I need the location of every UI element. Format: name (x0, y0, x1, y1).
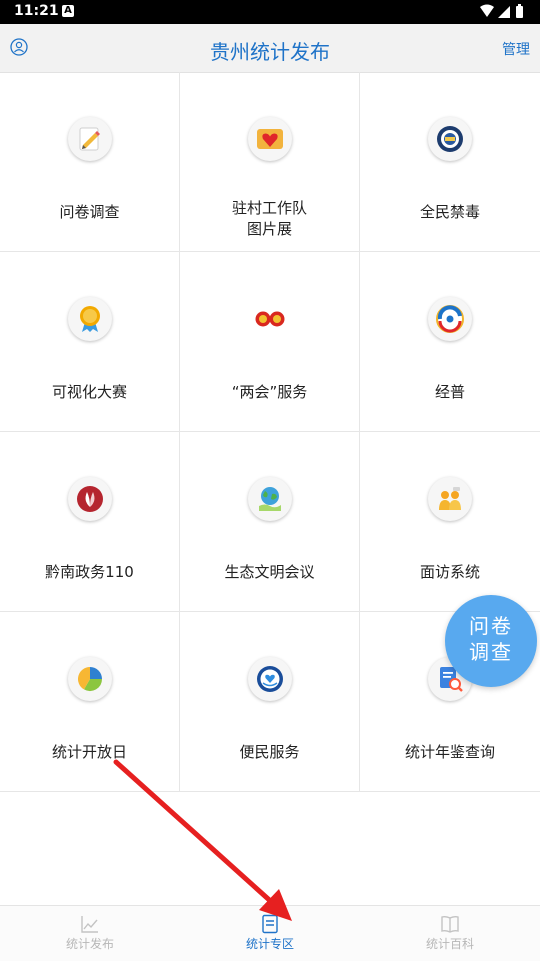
system-indicators-icon (480, 4, 523, 18)
tile-interview-system[interactable]: 面访系统 (360, 432, 540, 612)
tile-label: “两会”服务 (231, 383, 308, 401)
award-medal-icon (68, 297, 112, 341)
nav-label: 统计发布 (65, 937, 114, 951)
page-title: 贵州统计发布 (210, 40, 330, 64)
tile-statistics-open-day[interactable]: 统计开放日 (0, 612, 180, 792)
tile-village-team-gallery[interactable]: 驻村工作队 图片展 (180, 72, 360, 252)
tile-economic-census[interactable]: 经普 (360, 252, 540, 432)
heart-card-icon (248, 117, 292, 161)
fab-label-line1: 问卷 (469, 614, 513, 638)
nav-statistics-zone[interactable]: 统计专区 (180, 906, 360, 961)
tile-label: 经普 (434, 383, 465, 401)
fab-label: 问卷 调查 (445, 613, 537, 665)
battery-icon (516, 6, 523, 18)
interview-people-icon (428, 477, 472, 521)
bottom-nav: 统计发布 统计专区 统计百科 (0, 905, 540, 961)
nav-statistics-encyclopedia[interactable]: 统计百科 (360, 906, 540, 961)
manage-button[interactable]: 管理 (502, 39, 530, 59)
tile-eco-civilization-conference[interactable]: 生态文明会议 (180, 432, 360, 612)
tile-convenience-service[interactable]: 便民服务 (180, 612, 360, 792)
tile-qiannan-gov-110[interactable]: 黔南政务110 (0, 432, 180, 612)
service-grid: 问卷调查 驻村工作队 图片展 全民禁毒 可视化大赛 “两会”服务 经普 黔南政务… (0, 72, 540, 792)
anti-drug-emblem-icon (428, 117, 472, 161)
globe-hand-icon (248, 477, 292, 521)
tile-label: 问卷调查 (59, 203, 120, 221)
tile-label: 统计年鉴查询 (404, 743, 495, 761)
nav-label: 统计百科 (425, 937, 474, 951)
census-logo-icon (428, 297, 472, 341)
status-bar: 11:21 A (0, 0, 540, 24)
wifi-icon (480, 4, 494, 17)
tile-visualization-contest[interactable]: 可视化大赛 (0, 252, 180, 432)
nav-label: 统计专区 (245, 937, 294, 951)
tile-label: 可视化大赛 (51, 383, 127, 401)
leaf-emblem-icon (68, 477, 112, 521)
tile-label: 面访系统 (419, 563, 480, 581)
notification-icon: A (62, 5, 74, 17)
tile-label: 便民服务 (239, 743, 300, 761)
fab-label-line2: 调查 (469, 640, 513, 664)
tile-two-sessions-service[interactable]: “两会”服务 (180, 252, 360, 432)
status-time: 11:21 (14, 3, 59, 19)
tile-label: 黔南政务110 (45, 563, 134, 581)
pie-chart-icon (68, 657, 112, 701)
tile-label: 驻村工作队 图片展 (231, 199, 307, 238)
tile-label: 全民禁毒 (419, 203, 480, 221)
line-chart-icon (81, 916, 98, 933)
tile-label: 统计开放日 (51, 743, 127, 761)
questionnaire-fab[interactable]: 问卷 调查 (445, 595, 537, 687)
open-book-icon (441, 915, 459, 933)
app-header: 贵州统计发布 管理 (0, 24, 540, 73)
signal-icon (498, 6, 510, 18)
tile-anti-drug[interactable]: 全民禁毒 (360, 72, 540, 252)
nav-statistics-release[interactable]: 统计发布 (0, 906, 180, 961)
tile-questionnaire[interactable]: 问卷调查 (0, 72, 180, 252)
pencil-note-icon (68, 117, 112, 161)
service-badge-icon (248, 657, 292, 701)
document-list-icon (262, 914, 278, 934)
tile-label: 生态文明会议 (224, 563, 315, 581)
national-emblems-icon (248, 297, 292, 341)
